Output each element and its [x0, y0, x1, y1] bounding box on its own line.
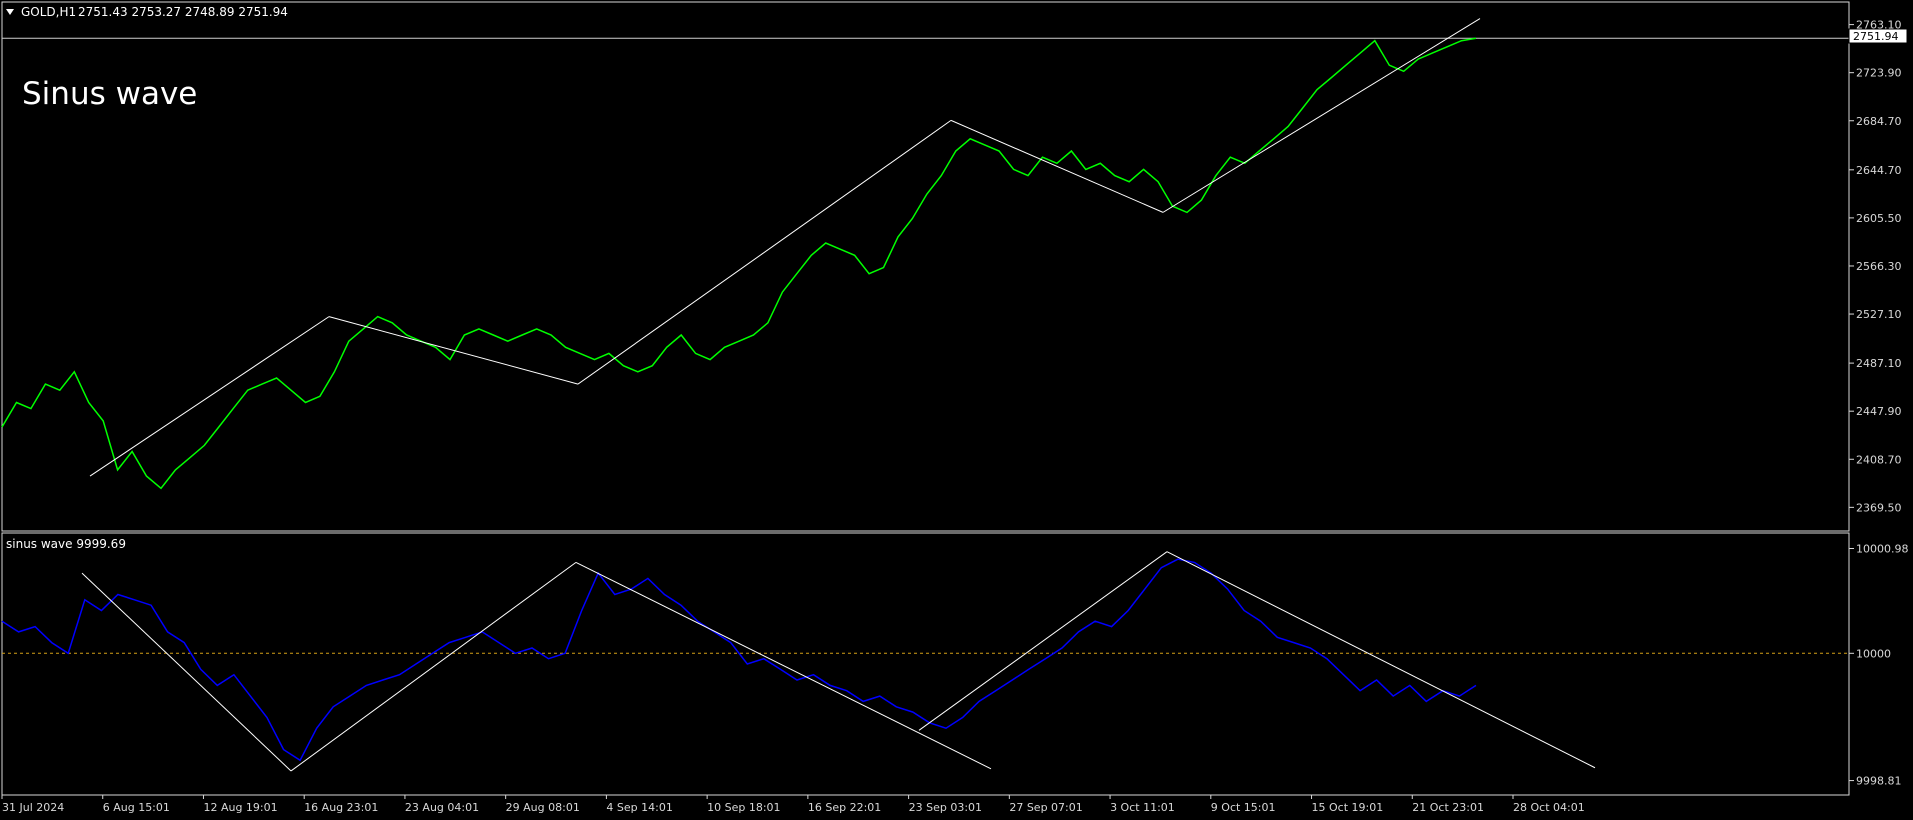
time-axis-label: 23 Sep 03:01	[909, 801, 982, 814]
time-axis-label: 27 Sep 07:01	[1009, 801, 1082, 814]
time-axis-label: 29 Aug 08:01	[506, 801, 580, 814]
indicator-title: sinus wave 9999.69	[6, 537, 126, 551]
time-axis-label: 6 Aug 15:01	[103, 801, 170, 814]
price-axis-label: 2408.70	[1856, 453, 1902, 466]
chart-canvas[interactable]: GOLD,H1 2751.43 2753.27 2748.89 2751.94 …	[0, 0, 1913, 820]
indicator-axis-label: 9998.81	[1856, 775, 1902, 788]
time-axis-label: 12 Aug 19:01	[203, 801, 277, 814]
ohlc-readout: 2751.43 2753.27 2748.89 2751.94	[78, 5, 288, 19]
time-axis-label: 21 Oct 23:01	[1412, 801, 1484, 814]
time-axis-label: 23 Aug 04:01	[405, 801, 479, 814]
sinus-wave-annotation: Sinus wave	[22, 76, 197, 112]
price-axis-label: 2447.90	[1856, 405, 1902, 418]
time-axis-label: 9 Oct 15:01	[1211, 801, 1276, 814]
indicator-axis-label: 10000.98	[1856, 542, 1909, 555]
time-axis-label: 3 Oct 11:01	[1110, 801, 1175, 814]
time-axis-label: 16 Aug 23:01	[304, 801, 378, 814]
price-axis-label: 2487.10	[1856, 357, 1902, 370]
symbol-label: GOLD,H1	[21, 5, 76, 19]
price-axis-label: 2723.90	[1856, 67, 1902, 80]
price-axis-label: 2527.10	[1856, 308, 1902, 321]
time-axis-label: 4 Sep 14:01	[606, 801, 672, 814]
time-axis-label: 28 Oct 04:01	[1513, 801, 1585, 814]
chart-window[interactable]: GOLD,H1 2751.43 2753.27 2748.89 2751.94 …	[0, 0, 1913, 820]
price-axis-label: 2605.50	[1856, 212, 1902, 225]
time-axis-label: 16 Sep 22:01	[808, 801, 881, 814]
price-axis-label: 2644.70	[1856, 164, 1902, 177]
time-axis-label: 31 Jul 2024	[2, 801, 64, 814]
price-axis-label: 2684.70	[1856, 115, 1902, 128]
time-axis-label: 10 Sep 18:01	[707, 801, 780, 814]
time-axis-label: 15 Oct 19:01	[1312, 801, 1384, 814]
price-axis-label: 2369.50	[1856, 501, 1902, 514]
price-axis-label: 2566.30	[1856, 260, 1902, 273]
current-price-label: 2751.94	[1853, 30, 1899, 43]
indicator-axis-label: 10000	[1856, 647, 1891, 660]
